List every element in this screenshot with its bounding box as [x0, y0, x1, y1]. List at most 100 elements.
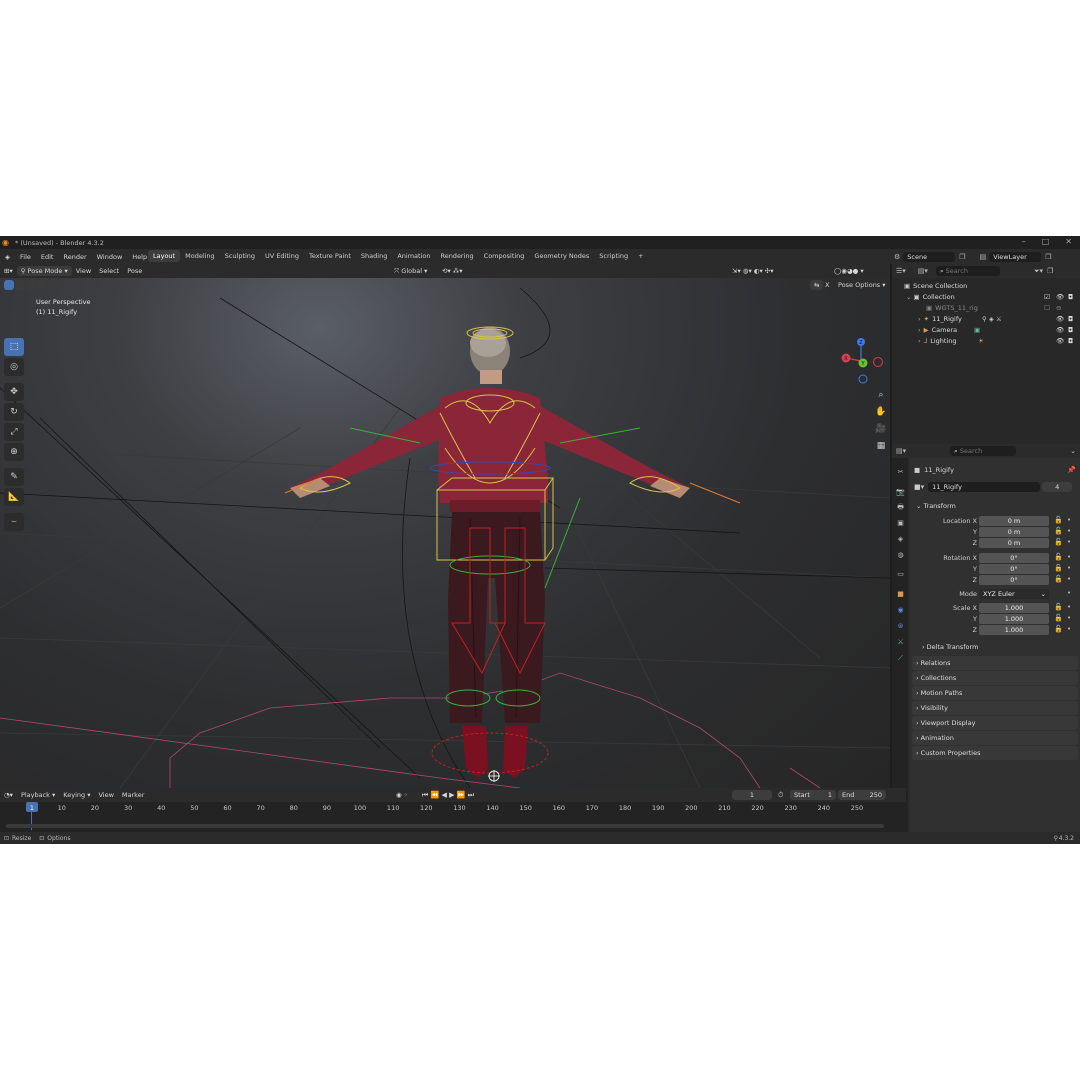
lock-icon[interactable]: 🔓: [1054, 553, 1063, 561]
timeline-scrollbar[interactable]: [6, 824, 884, 828]
menu-render[interactable]: Render: [58, 253, 91, 261]
keyframe-dot-icon[interactable]: •: [1067, 527, 1071, 535]
navigation-gizmo[interactable]: Z X Y: [838, 338, 884, 384]
physics-tab-icon[interactable]: ◉: [895, 606, 906, 617]
frame-ruler[interactable]: 1 10 20 30 40 50 60 70 80 90 100 110 120 130 140 150 160…: [0, 802, 906, 830]
3d-viewport[interactable]: User Perspective (1) 11_Rigify ⇆ X Pose …: [0, 278, 890, 788]
select-mode-invert-icon[interactable]: [37, 280, 47, 290]
transform-tool-icon[interactable]: ⊕: [4, 443, 24, 461]
relations-panel[interactable]: › Relations: [912, 656, 1078, 670]
outliner-editor-icon[interactable]: ☰▾: [896, 267, 906, 275]
world-tab-icon[interactable]: ◍: [895, 551, 906, 562]
menu-playback[interactable]: Playback ▾: [17, 790, 59, 800]
rotation-y-field[interactable]: 0°: [979, 564, 1049, 574]
viewport-display-panel[interactable]: › Viewport Display: [912, 716, 1078, 730]
start-frame-field[interactable]: Start 1: [790, 790, 836, 800]
bone-tab-icon[interactable]: ⟋: [895, 654, 906, 665]
minimize-icon[interactable]: –: [1022, 237, 1026, 246]
new-scene-icon[interactable]: ❐: [959, 253, 965, 261]
new-collection-icon[interactable]: ❐: [1047, 267, 1053, 275]
end-frame-field[interactable]: End 250: [838, 790, 886, 800]
eye-icon[interactable]: 👁: [1056, 337, 1064, 345]
custom-properties-panel[interactable]: › Custom Properties: [912, 746, 1078, 760]
collection-tab-icon[interactable]: ▭: [895, 570, 906, 581]
keyframe-dot-icon[interactable]: •: [1067, 625, 1071, 633]
camera-view-icon[interactable]: 🎥: [874, 424, 888, 436]
lock-icon[interactable]: 🔓: [1054, 516, 1063, 524]
view-layer-tab-icon[interactable]: ▣: [895, 519, 906, 530]
shading-icons[interactable]: ◯◉◕● ▾: [830, 266, 868, 276]
keyframe-dot-icon[interactable]: •: [1067, 564, 1071, 572]
tab-texture-paint[interactable]: Texture Paint: [304, 250, 356, 262]
menu-file[interactable]: File: [15, 253, 36, 261]
users-count[interactable]: 4: [1042, 482, 1073, 492]
select-box-tool-icon[interactable]: ⬚: [4, 338, 24, 356]
playback-controls[interactable]: ⏮ ⏪ ◀ ▶ ⏩ ⏭: [418, 790, 478, 800]
properties-editor-icon[interactable]: ▤▾: [896, 447, 906, 455]
pin-icon[interactable]: 📌: [1067, 466, 1076, 474]
rotate-tool-icon[interactable]: ↻: [4, 403, 24, 421]
pivot-icon[interactable]: ⟲▾ ⁂▾: [438, 266, 467, 276]
tab-animation[interactable]: Animation: [392, 250, 435, 262]
timeline-editor-icon[interactable]: ◔▾: [0, 790, 17, 800]
expand-arrow-icon[interactable]: ›: [918, 337, 921, 345]
object-name-field[interactable]: 11_Rigify: [928, 482, 1041, 492]
list-item[interactable]: › ▶ Camera ▣ 👁 ◘: [892, 324, 1080, 335]
keyframe-dot-icon[interactable]: •: [1067, 614, 1071, 622]
render-tab-icon[interactable]: 📷: [895, 488, 906, 499]
eye-icon[interactable]: 👁: [1056, 315, 1064, 323]
overlay-icons[interactable]: ⇲▾ ◍▾ ◐▾ ✣▾: [728, 266, 778, 276]
maximize-icon[interactable]: □: [1042, 237, 1050, 246]
outliner-search-input[interactable]: ⌕ Search: [935, 266, 1000, 276]
location-z-field[interactable]: 0 m: [979, 538, 1049, 548]
keyframe-dot-icon[interactable]: •: [1067, 553, 1071, 561]
zoom-icon[interactable]: ⌕: [874, 390, 888, 402]
camera-render-icon[interactable]: ◘: [1068, 337, 1073, 345]
select-mode-extend-icon[interactable]: [15, 280, 25, 290]
menu-timeline-view[interactable]: View: [94, 790, 117, 800]
object-datablock-icon[interactable]: ■▾: [914, 483, 924, 491]
constraints-tab-icon[interactable]: ⊛: [895, 622, 906, 633]
display-mode-icon[interactable]: ▤▾: [918, 267, 928, 275]
tab-geometry-nodes[interactable]: Geometry Nodes: [529, 250, 594, 262]
rotation-z-field[interactable]: 0°: [979, 575, 1049, 585]
current-frame-field[interactable]: 1: [732, 790, 772, 800]
keyframe-dot-icon[interactable]: •: [1067, 516, 1071, 524]
checkbox-icon[interactable]: ☐: [1044, 304, 1050, 312]
list-item[interactable]: › ✦ 11_Rigify ⚲ ◈ ⚔ 👁 ◘: [892, 313, 1080, 324]
eye-icon[interactable]: 👁: [1056, 326, 1064, 334]
eye-closed-icon[interactable]: ⊖: [1056, 304, 1061, 312]
list-item[interactable]: ▣ WGTS_11_rig ☐ ⊖: [892, 302, 1080, 313]
expand-arrow-icon[interactable]: ⌄: [906, 293, 911, 301]
lock-icon[interactable]: 🔓: [1054, 575, 1063, 583]
lock-icon[interactable]: 🔓: [1054, 538, 1063, 546]
tab-rendering[interactable]: Rendering: [435, 250, 478, 262]
tab-modeling[interactable]: Modeling: [180, 250, 220, 262]
menu-edit[interactable]: Edit: [36, 253, 59, 261]
expand-arrow-icon[interactable]: ›: [918, 315, 921, 323]
select-mode-subtract-icon[interactable]: [26, 280, 36, 290]
scale-y-field[interactable]: 1.000: [979, 614, 1049, 624]
expand-arrow-icon[interactable]: ›: [918, 326, 921, 334]
select-mode-new-icon[interactable]: [4, 280, 14, 290]
collections-panel[interactable]: › Collections: [912, 671, 1078, 685]
perspective-grid-icon[interactable]: ▦: [874, 441, 888, 453]
auto-keying-icon[interactable]: ◉ ◦: [392, 790, 412, 800]
editor-type-icon[interactable]: ⊞▾: [0, 266, 17, 276]
camera-render-icon[interactable]: ◘: [1068, 315, 1073, 323]
transform-panel-header[interactable]: ⌄ Transform: [912, 499, 1078, 513]
tab-shading[interactable]: Shading: [356, 250, 392, 262]
lock-icon[interactable]: 🔓: [1054, 527, 1063, 535]
measure-tool-icon[interactable]: 📐: [4, 488, 24, 506]
camera-render-icon[interactable]: ◘: [1068, 293, 1073, 301]
lock-icon[interactable]: 🔓: [1054, 614, 1063, 622]
close-icon[interactable]: ✕: [1065, 237, 1072, 246]
menu-pose[interactable]: Pose: [123, 266, 146, 276]
delta-transform-panel[interactable]: › Delta Transform: [918, 640, 1078, 654]
pan-hand-icon[interactable]: ✋: [874, 407, 888, 419]
lock-icon[interactable]: 🔓: [1054, 603, 1063, 611]
new-view-layer-icon[interactable]: ❐: [1045, 253, 1051, 261]
cursor-tool-icon[interactable]: ◎: [4, 358, 24, 376]
location-y-field[interactable]: 0 m: [979, 527, 1049, 537]
annotate-tool-icon[interactable]: ✎: [4, 468, 24, 486]
